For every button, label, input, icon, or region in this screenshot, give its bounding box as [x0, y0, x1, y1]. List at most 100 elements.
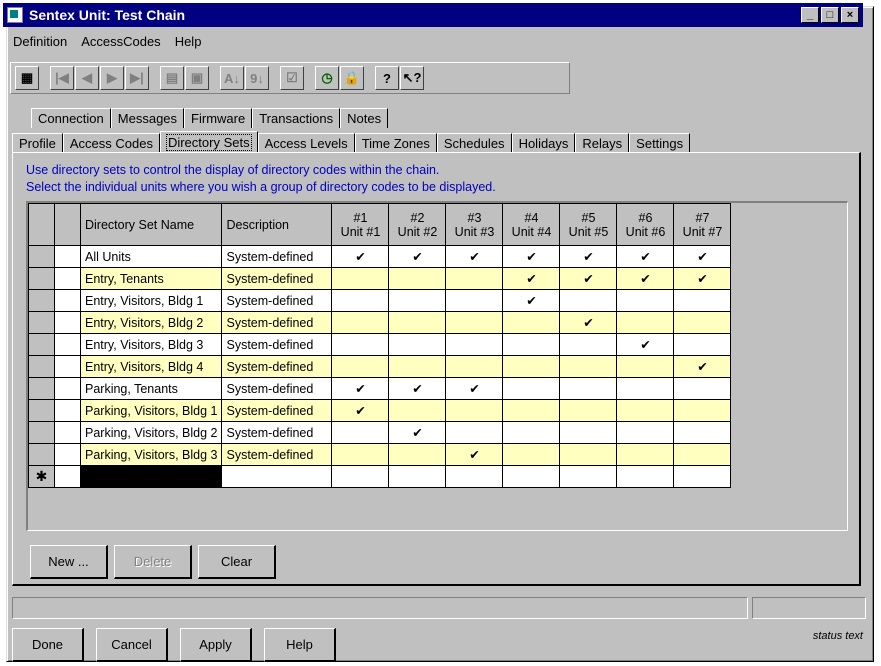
unit-2-checkbox-cell[interactable] — [388, 399, 447, 422]
title-bar[interactable]: Sentex Unit: Test Chain _ □ × — [3, 3, 863, 27]
apply-button[interactable]: Apply — [180, 628, 252, 662]
unit-6-checkbox-cell[interactable] — [616, 399, 675, 422]
directory-set-name-cell[interactable]: All Units — [79, 245, 223, 268]
unit-5-checkbox-cell[interactable] — [559, 333, 618, 356]
directory-set-name-cell[interactable]: Parking, Visitors, Bldg 1 — [79, 399, 223, 422]
unit-1-checkbox-cell[interactable]: ✔ — [331, 245, 390, 268]
row-selector[interactable] — [28, 399, 55, 422]
unit-1-checkbox-cell[interactable]: ✔ — [331, 399, 390, 422]
unit-4-checkbox-cell[interactable] — [502, 421, 561, 444]
new-row-cell[interactable] — [502, 465, 561, 488]
directory-set-name-cell[interactable]: Parking, Tenants — [79, 377, 223, 400]
new-row-cell[interactable] — [331, 465, 390, 488]
unit-7-checkbox-cell[interactable]: ✔ — [673, 267, 732, 290]
new-row-cell[interactable] — [673, 465, 732, 488]
table-row[interactable]: Parking, Visitors, Bldg 2 System-defined ✔ — [28, 421, 732, 444]
unit-2-checkbox-cell[interactable]: ✔ — [388, 245, 447, 268]
directory-set-name-cell[interactable]: Entry, Tenants — [79, 267, 223, 290]
unit-7-checkbox-cell[interactable] — [673, 289, 732, 312]
row-selector[interactable] — [28, 355, 55, 378]
whats-this-icon[interactable]: ? — [375, 66, 399, 90]
unit-6-checkbox-cell[interactable] — [616, 421, 675, 444]
row-selector[interactable] — [28, 443, 55, 466]
tab-access-levels[interactable]: Access Levels — [257, 133, 355, 153]
unit-1-checkbox-cell[interactable]: ✔ — [331, 377, 390, 400]
unit-4-checkbox-cell[interactable] — [502, 443, 561, 466]
new-name-input[interactable] — [79, 465, 223, 488]
unit-3-checkbox-cell[interactable] — [445, 355, 504, 378]
unit-6-checkbox-cell[interactable] — [616, 311, 675, 334]
table-row[interactable]: Entry, Tenants System-defined ✔ ✔ ✔ ✔ — [28, 267, 732, 290]
maximize-button[interactable]: □ — [821, 7, 839, 23]
column-header-unit-6[interactable]: #6 Unit #6 — [616, 203, 675, 246]
new-row[interactable]: ✱ — [28, 465, 732, 488]
unit-4-checkbox-cell[interactable]: ✔ — [502, 289, 561, 312]
unit-6-checkbox-cell[interactable] — [616, 355, 675, 378]
unit-4-checkbox-cell[interactable] — [502, 333, 561, 356]
table-row[interactable]: Entry, Visitors, Bldg 3 System-defined ✔ — [28, 333, 732, 356]
unit-7-checkbox-cell[interactable] — [673, 443, 732, 466]
unit-7-checkbox-cell[interactable]: ✔ — [673, 355, 732, 378]
unit-2-checkbox-cell[interactable] — [388, 267, 447, 290]
row-selector[interactable] — [28, 333, 55, 356]
menu-help[interactable]: Help — [168, 32, 209, 52]
unit-7-checkbox-cell[interactable] — [673, 421, 732, 444]
tab-directory-sets[interactable]: Directory Sets — [159, 131, 258, 153]
unit-icon[interactable]: ▦ — [15, 66, 39, 90]
description-cell[interactable]: System-defined — [221, 355, 333, 378]
unit-4-checkbox-cell[interactable] — [502, 355, 561, 378]
unit-5-checkbox-cell[interactable] — [559, 421, 618, 444]
tab-profile[interactable]: Profile — [12, 133, 63, 153]
table-row[interactable]: Entry, Visitors, Bldg 2 System-defined ✔ — [28, 311, 732, 334]
unit-1-checkbox-cell[interactable] — [331, 333, 390, 356]
table-row[interactable]: Parking, Visitors, Bldg 1 System-defined ✔ — [28, 399, 732, 422]
unit-4-checkbox-cell[interactable]: ✔ — [502, 245, 561, 268]
unit-1-checkbox-cell[interactable] — [331, 311, 390, 334]
next-icon[interactable]: ▶ — [100, 66, 124, 90]
unit-4-checkbox-cell[interactable] — [502, 399, 561, 422]
unit-5-checkbox-cell[interactable] — [559, 377, 618, 400]
unit-2-checkbox-cell[interactable] — [388, 355, 447, 378]
table-row[interactable]: Entry, Visitors, Bldg 1 System-defined ✔ — [28, 289, 732, 312]
unit-3-checkbox-cell[interactable]: ✔ — [445, 377, 504, 400]
table-row[interactable]: Parking, Visitors, Bldg 3 System-defined ✔ — [28, 443, 732, 466]
unit-3-checkbox-cell[interactable]: ✔ — [445, 443, 504, 466]
unit-5-checkbox-cell[interactable] — [559, 355, 618, 378]
column-header-name[interactable]: Directory Set Name — [79, 203, 223, 246]
done-button[interactable]: Done — [12, 628, 84, 662]
directory-set-name-cell[interactable]: Parking, Visitors, Bldg 2 — [79, 421, 223, 444]
directory-sets-grid[interactable]: Directory Set Name Description #1 Unit #1… — [26, 201, 848, 531]
row-selector[interactable] — [28, 421, 55, 444]
unit-6-checkbox-cell[interactable] — [616, 443, 675, 466]
tab-holidays[interactable]: Holidays — [511, 133, 576, 153]
row-selector[interactable] — [28, 245, 55, 268]
description-cell[interactable]: System-defined — [221, 377, 333, 400]
unit-1-checkbox-cell[interactable] — [331, 289, 390, 312]
description-cell[interactable]: System-defined — [221, 311, 333, 334]
menu-accesscodes[interactable]: AccessCodes — [74, 32, 167, 52]
unit-7-checkbox-cell[interactable]: ✔ — [673, 245, 732, 268]
tab-notes[interactable]: Notes — [340, 108, 389, 128]
directory-set-name-cell[interactable]: Parking, Visitors, Bldg 3 — [79, 443, 223, 466]
unit-5-checkbox-cell[interactable]: ✔ — [559, 245, 618, 268]
grid-corner-cell[interactable] — [28, 203, 55, 246]
unit-3-checkbox-cell[interactable] — [445, 267, 504, 290]
cancel-button[interactable]: Cancel — [96, 628, 168, 662]
unit-2-checkbox-cell[interactable] — [388, 333, 447, 356]
copy-icon[interactable]: ▤ — [160, 66, 184, 90]
tab-transactions[interactable]: Transactions — [252, 108, 341, 128]
check-icon[interactable]: ☑ — [280, 66, 304, 90]
tab-firmware[interactable]: Firmware — [184, 108, 253, 128]
tab-connection[interactable]: Connection — [31, 108, 111, 128]
directory-set-name-cell[interactable]: Entry, Visitors, Bldg 2 — [79, 311, 223, 334]
unit-7-checkbox-cell[interactable] — [673, 333, 732, 356]
unit-2-checkbox-cell[interactable] — [388, 289, 447, 312]
tab-messages[interactable]: Messages — [110, 108, 185, 128]
tab-time-zones[interactable]: Time Zones — [354, 133, 437, 153]
help-pointer-icon[interactable]: ↖? — [400, 66, 424, 90]
unit-5-checkbox-cell[interactable] — [559, 289, 618, 312]
row-selector[interactable] — [28, 267, 55, 290]
close-button[interactable]: × — [841, 7, 859, 23]
directory-set-name-cell[interactable]: Entry, Visitors, Bldg 1 — [79, 289, 223, 312]
tab-settings[interactable]: Settings — [629, 133, 691, 153]
